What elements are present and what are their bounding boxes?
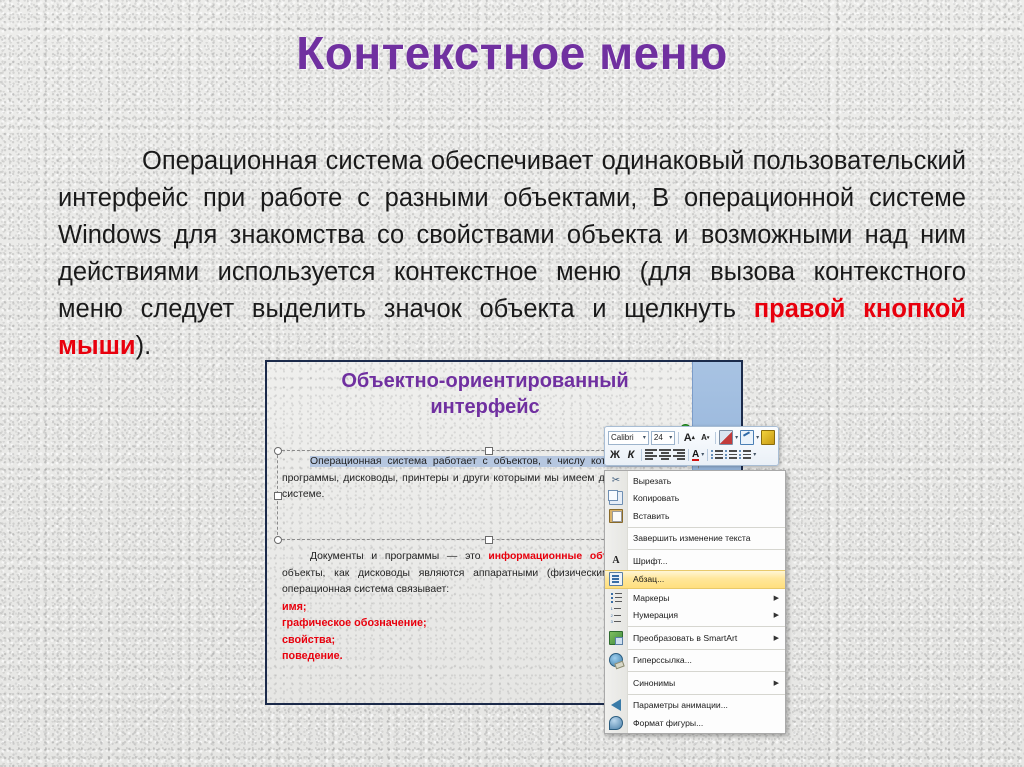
toolbar-divider: [641, 448, 642, 461]
menu-item-label: Преобразовать в SmartArt: [633, 632, 738, 643]
toolbar-divider: [715, 431, 717, 444]
bullets-icon[interactable]: [739, 450, 751, 459]
embedded-screenshot: Объектно-ориентированный интерфейс Опера…: [265, 360, 786, 734]
menu-item-animation-settings[interactable]: Параметры анимации...: [605, 697, 785, 715]
font-color-icon[interactable]: A: [692, 450, 700, 461]
copy-icon: [605, 490, 627, 506]
align-right-icon[interactable]: [673, 449, 685, 460]
shrink-font-icon[interactable]: A ▾: [698, 431, 712, 445]
format-painter-pen-icon[interactable]: [740, 430, 755, 445]
bullets-icon: [605, 592, 627, 603]
menu-item-synonyms[interactable]: Синонимы ▶: [605, 674, 785, 692]
page-title: Контекстное меню: [296, 27, 728, 79]
menu-separator: [627, 549, 785, 550]
menu-item-numbering[interactable]: 123 Нумерация ▶: [605, 606, 785, 624]
menu-item-copy[interactable]: Копировать: [605, 490, 785, 508]
inner-slide-title: Объектно-ориентированный интерфейс: [285, 368, 685, 420]
menu-item-font[interactable]: A Шрифт...: [605, 552, 785, 570]
scissors-icon: ✂: [611, 474, 621, 486]
menu-item-bullets[interactable]: Маркеры ▶: [605, 589, 785, 607]
menu-item-label: Параметры анимации...: [633, 700, 728, 711]
shape-format-icon: [605, 715, 627, 730]
body-paragraph: Операционная система обеспечивает одинак…: [58, 143, 966, 365]
menu-item-label: Формат фигуры...: [633, 717, 704, 728]
body-text-part2: ).: [135, 332, 152, 360]
chevron-down-icon: ▾: [642, 435, 646, 441]
menu-item-hyperlink[interactable]: Гиперссылка...: [605, 652, 785, 670]
chevron-down-icon: ▾: [669, 435, 673, 441]
numbering-icon: 123: [605, 606, 627, 624]
hyperlink-icon: [605, 653, 627, 668]
context-menu[interactable]: ✂ Вырезать Копировать Вставить Завершить…: [604, 470, 786, 734]
resize-handle-ml[interactable]: [274, 492, 282, 500]
chevron-down-icon[interactable]: ▾: [735, 434, 738, 441]
paragraph2-lead: Документы и программы — это: [310, 551, 489, 562]
animation-icon: [605, 699, 627, 712]
menu-separator: [627, 671, 785, 672]
menu-separator: [627, 526, 785, 528]
menu-separator: [627, 648, 785, 650]
text-highlight-icon[interactable]: [719, 430, 734, 445]
resize-handle-bl[interactable]: [274, 536, 282, 544]
menu-item-paste[interactable]: Вставить: [605, 507, 785, 525]
minibar-row-2: Ж К A ▾ ▾: [608, 446, 775, 463]
clear-formatting-brush-icon[interactable]: [761, 430, 776, 445]
menu-item-label: Гиперссылка...: [633, 655, 692, 666]
chevron-down-icon[interactable]: ▾: [701, 451, 704, 458]
minibar-row-1: Calibri ▾ 24 ▾ A ▴ A ▾ ▾ ▾: [608, 429, 776, 446]
menu-separator: [627, 693, 785, 695]
submenu-arrow-icon: ▶: [773, 634, 779, 642]
menu-item-label: Синонимы: [633, 677, 676, 688]
menu-item-paragraph[interactable]: Абзац...: [605, 569, 785, 589]
menu-item-label: Шрифт...: [633, 555, 668, 566]
inner-title-line-2: интерфейс: [430, 396, 540, 418]
align-center-icon[interactable]: [659, 449, 671, 460]
grow-font-icon[interactable]: A ▴: [682, 431, 696, 445]
chevron-down-icon[interactable]: ▾: [756, 434, 759, 441]
font-A-icon: A: [612, 554, 620, 566]
smartart-icon: [605, 630, 627, 645]
menu-item-label: Маркеры: [633, 592, 670, 603]
menu-item-label: Нумерация: [633, 610, 679, 621]
menu-item-label: Вырезать: [633, 475, 672, 486]
toolbar-divider: [707, 448, 709, 461]
toolbar-divider: [678, 431, 680, 444]
decrease-indent-icon[interactable]: [711, 450, 723, 459]
italic-icon[interactable]: К: [624, 448, 638, 462]
font-name-combobox[interactable]: Calibri ▾: [608, 430, 649, 445]
mini-formatting-toolbar[interactable]: Calibri ▾ 24 ▾ A ▴ A ▾ ▾ ▾ Ж К A ▾ ▾: [604, 426, 779, 466]
chevron-down-icon[interactable]: ▾: [753, 451, 756, 458]
submenu-arrow-icon: ▶: [773, 679, 779, 687]
menu-item-exit-text-edit[interactable]: Завершить изменение текста: [605, 530, 785, 548]
menu-item-convert-to-smartart[interactable]: Преобразовать в SmartArt ▶: [605, 629, 785, 647]
slide-content: Контекстное меню Операционная система об…: [0, 0, 1024, 767]
bold-icon[interactable]: Ж: [608, 448, 622, 462]
menu-item-format-shape[interactable]: Формат фигуры...: [605, 714, 785, 732]
align-left-icon[interactable]: [645, 449, 657, 460]
font-name-value: Calibri: [611, 433, 634, 442]
menu-item-label: Копировать: [633, 493, 680, 504]
toolbar-divider: [688, 448, 689, 461]
increase-indent-icon[interactable]: [725, 450, 737, 459]
resize-handle-bc[interactable]: [485, 536, 493, 544]
menu-item-cut[interactable]: ✂ Вырезать: [605, 472, 785, 490]
paste-icon: [605, 508, 627, 523]
inner-title-line-1: Объектно-ориентированный: [341, 370, 629, 392]
font-size-combobox[interactable]: 24 ▾: [650, 430, 676, 445]
menu-item-label: Вставить: [633, 510, 670, 521]
submenu-arrow-icon: ▶: [773, 612, 779, 620]
font-size-value: 24: [653, 433, 663, 442]
paragraph-icon: [605, 572, 627, 587]
submenu-arrow-icon: ▶: [773, 594, 779, 602]
menu-item-label: Завершить изменение текста: [633, 533, 751, 544]
menu-item-label: Абзац...: [633, 574, 665, 585]
menu-separator: [627, 626, 785, 627]
resize-handle-tl[interactable]: [274, 447, 282, 455]
